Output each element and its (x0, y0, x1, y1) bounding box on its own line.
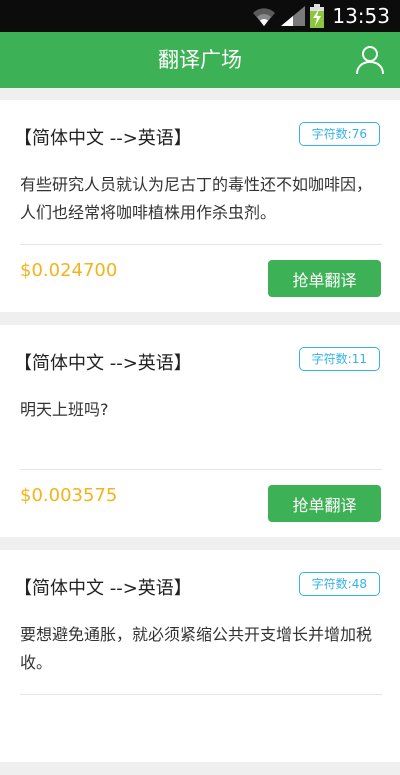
status-bar: 13:53 (0, 0, 400, 32)
task-card[interactable]: 【简体中文 -->英语】 字符数:76 有些研究人员就认为尼古丁的毒性还不如咖啡… (0, 100, 400, 312)
task-card[interactable]: 【简体中文 -->英语】 字符数:11 明天上班吗? $0.003575 抢单翻… (0, 325, 400, 537)
price: $0.024700 (20, 260, 118, 281)
divider (20, 694, 382, 695)
language-pair: 【简体中文 -->英语】 (14, 578, 192, 599)
char-count-badge: 字符数:11 (298, 347, 380, 371)
char-count-badge: 字符数:76 (298, 122, 380, 146)
source-text: 明天上班吗? (20, 400, 109, 419)
grab-translate-button[interactable]: 抢单翻译 (268, 260, 381, 297)
divider (20, 244, 382, 245)
task-list: 【简体中文 -->英语】 字符数:76 有些研究人员就认为尼古丁的毒性还不如咖啡… (0, 100, 400, 775)
status-time: 13:53 (332, 4, 390, 28)
user-icon[interactable] (354, 43, 386, 75)
source-text: 有些研究人员就认为尼古丁的毒性还不如咖啡因，人们也经常将咖啡植株用作杀虫剂。 (20, 175, 373, 222)
language-pair: 【简体中文 -->英语】 (14, 353, 192, 374)
wifi-icon (253, 8, 276, 26)
page-title: 翻译广场 (158, 48, 242, 72)
divider (20, 469, 382, 470)
task-card[interactable]: 【简体中文 -->英语】 字符数:48 要想避免通胀，就必须紧缩公共开支增长并增… (0, 550, 400, 762)
price: $0.003575 (20, 485, 118, 506)
source-text: 要想避免通胀，就必须紧缩公共开支增长并增加税收。 (20, 625, 373, 672)
grab-translate-button[interactable]: 抢单翻译 (268, 485, 381, 522)
app-bar: 翻译广场 (0, 32, 400, 88)
signal-icon (281, 6, 306, 26)
battery-charging-icon (310, 4, 325, 28)
char-count-badge: 字符数:48 (298, 572, 380, 596)
language-pair: 【简体中文 -->英语】 (14, 128, 192, 149)
